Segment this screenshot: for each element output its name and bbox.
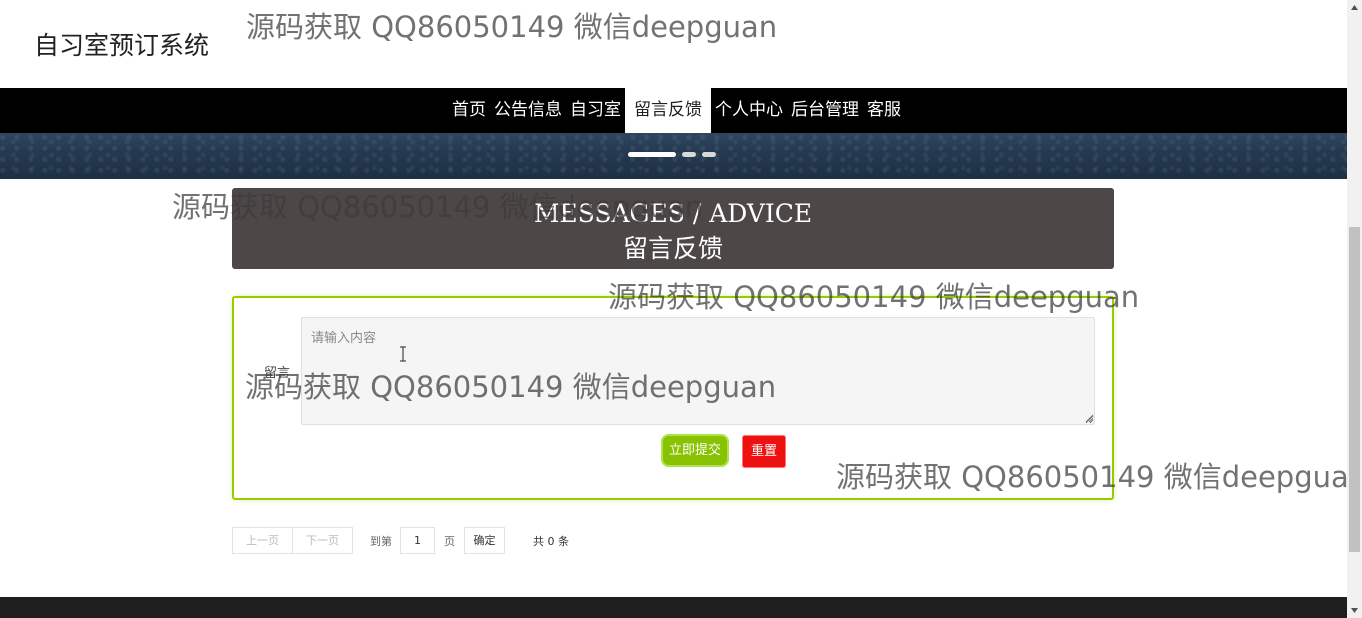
reset-button[interactable]: 重置 — [742, 435, 786, 468]
page-number-input[interactable] — [400, 527, 435, 554]
nav-item-service[interactable]: 客服 — [863, 88, 905, 133]
pagination: 上一页 下一页 到第 页 确定 共 0 条 — [232, 527, 569, 554]
carousel-dot-1[interactable] — [628, 152, 676, 157]
site-title: 自习室预订系统 — [34, 31, 210, 60]
confirm-page-button[interactable]: 确定 — [464, 527, 505, 554]
carousel-dot-3[interactable] — [702, 152, 716, 157]
total-count: 共 0 条 — [533, 534, 569, 548]
scrollbar-thumb[interactable] — [1349, 227, 1360, 552]
nav-item-announcements[interactable]: 公告信息 — [490, 88, 566, 133]
nav-item-study-rooms[interactable]: 自习室 — [566, 88, 625, 133]
section-title-zh: 留言反馈 — [622, 234, 723, 263]
banner-carousel — [0, 133, 1347, 179]
page: 自习室预订系统 首页 公告信息 自习室 留言反馈 个人中心 后台管理 客服 ME… — [0, 0, 1347, 618]
nav-items: 首页 公告信息 自习室 留言反馈 个人中心 后台管理 客服 — [448, 88, 905, 133]
nav-item-profile[interactable]: 个人中心 — [711, 88, 787, 133]
footer — [0, 597, 1347, 618]
chevron-up-icon[interactable] — [1347, 0, 1362, 15]
page-unit-label: 页 — [444, 534, 455, 548]
nav-item-admin[interactable]: 后台管理 — [787, 88, 863, 133]
section-title-en: MESSAGES / ADVICE — [533, 199, 813, 228]
carousel-dot-2[interactable] — [682, 152, 696, 157]
header: 自习室预订系统 — [0, 0, 1347, 88]
message-textarea[interactable] — [301, 317, 1095, 425]
vertical-scrollbar[interactable] — [1347, 0, 1362, 618]
carousel-indicators — [628, 152, 716, 157]
nav-item-messages[interactable]: 留言反馈 — [625, 88, 711, 133]
message-label: 留言 — [264, 366, 291, 381]
goto-label: 到第 — [370, 534, 392, 548]
nav-item-home[interactable]: 首页 — [448, 88, 490, 133]
section-title: MESSAGES / ADVICE 留言反馈 — [232, 188, 1114, 269]
prev-page-button[interactable]: 上一页 — [232, 527, 293, 554]
message-form: 留言 立即提交 重置 — [232, 296, 1114, 500]
submit-button[interactable]: 立即提交 — [661, 434, 729, 467]
next-page-button[interactable]: 下一页 — [293, 527, 353, 554]
chevron-down-icon[interactable] — [1347, 603, 1362, 618]
main-nav: 首页 公告信息 自习室 留言反馈 个人中心 后台管理 客服 — [0, 88, 1347, 133]
